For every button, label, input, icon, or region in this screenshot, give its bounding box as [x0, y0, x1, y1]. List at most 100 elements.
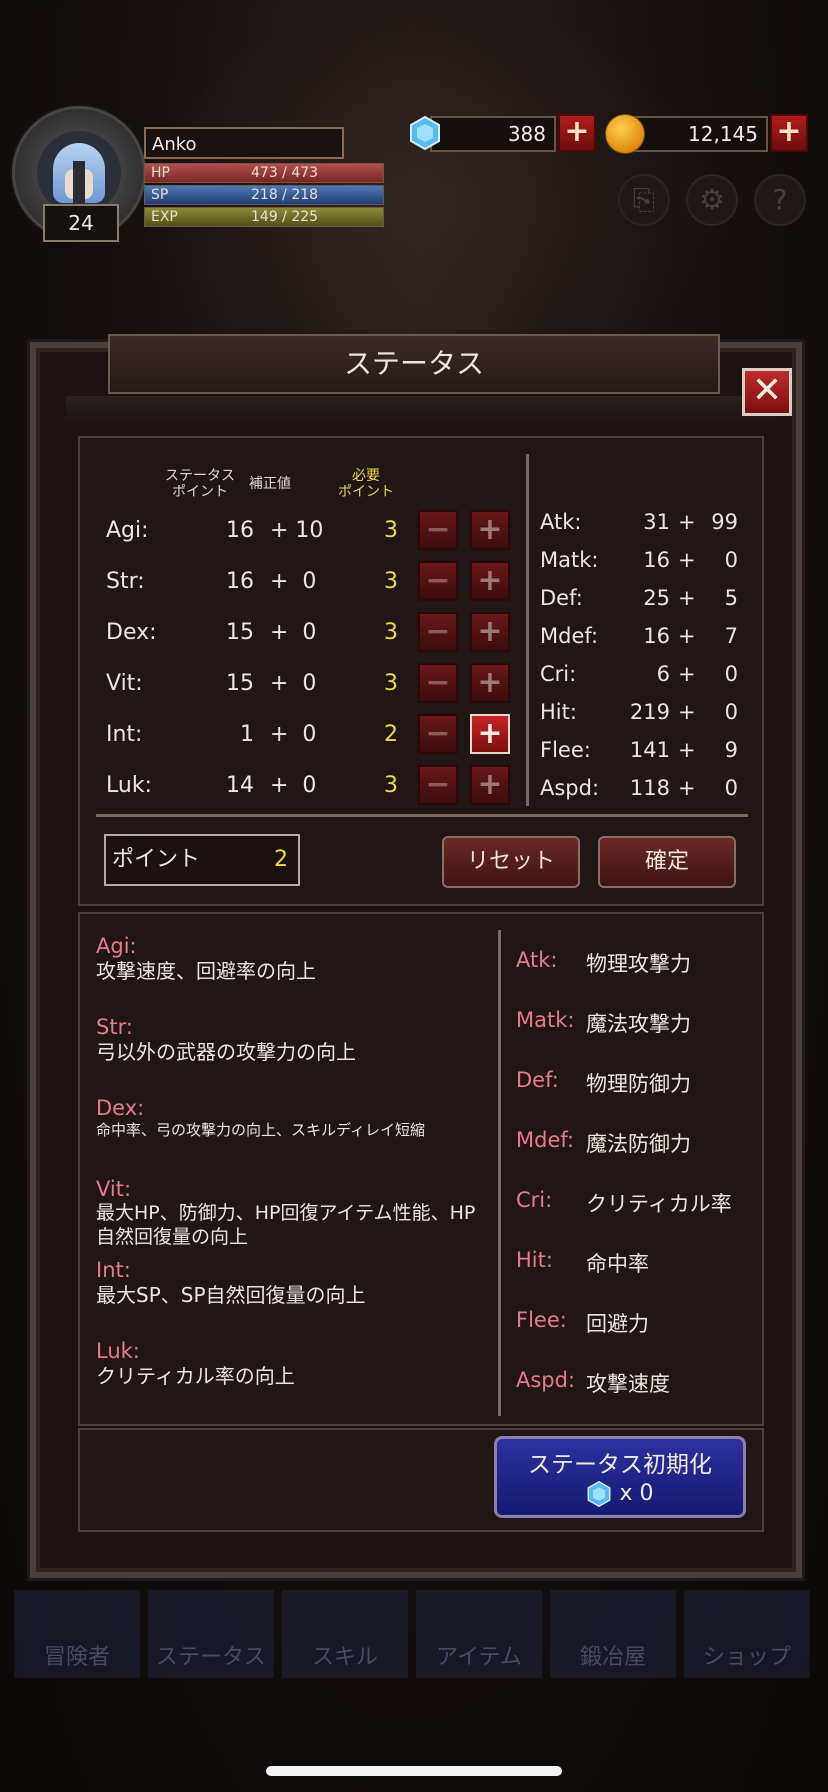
stat-points: 1	[240, 722, 254, 747]
derived-base: 16	[643, 624, 670, 648]
derived-desc-key: Cri:	[516, 1188, 553, 1212]
desc-vit: Vit: 最大HP、防御力、HP回復アイテム性能、HP自然回復量の向上	[96, 1177, 476, 1249]
stat-reset-cost-value: x 0	[619, 1481, 654, 1506]
desc-matk: Matk: 魔法攻撃力	[516, 1008, 756, 1038]
confirm-button[interactable]: 確定	[598, 836, 736, 888]
gem-count: 388	[430, 116, 556, 152]
stat-bonus: + 10	[270, 518, 324, 543]
derived-desc-key: Hit:	[516, 1248, 553, 1272]
stat-name: Vit:	[106, 671, 143, 696]
nav-shop[interactable]: ショップ	[684, 1590, 810, 1678]
derived-name: Hit:	[540, 700, 577, 724]
desc-cri: Cri: クリティカル率	[516, 1188, 756, 1218]
derived-bonus: 5	[724, 586, 738, 610]
desc-int: Int: 最大SP、SP自然回復量の向上	[96, 1258, 496, 1308]
derived-plus: +	[678, 510, 696, 534]
column-header-bonus: 補正値	[249, 476, 291, 492]
str-plus-button[interactable]: +	[470, 561, 510, 601]
derived-base: 25	[643, 586, 670, 610]
derived-row-aspd: Aspd: 118 + 0	[540, 772, 760, 808]
stat-required: 2	[384, 722, 398, 747]
agi-plus-button[interactable]: +	[470, 510, 510, 550]
exp-label: EXP	[151, 209, 178, 225]
description-divider	[498, 930, 501, 1416]
add-gold-button[interactable]: +	[770, 114, 808, 152]
agi-minus-button[interactable]: −	[418, 510, 458, 550]
derived-name: Atk:	[540, 510, 582, 534]
derived-bonus: 0	[724, 662, 738, 686]
derived-desc-key: Flee:	[516, 1308, 567, 1332]
nav-skill[interactable]: スキル	[282, 1590, 408, 1678]
desc-text: クリティカル率の向上	[96, 1364, 295, 1388]
nav-blacksmith[interactable]: 鍛冶屋	[550, 1590, 676, 1678]
gem-icon	[588, 1480, 611, 1508]
stat-required: 3	[384, 518, 398, 543]
stat-required: 3	[384, 773, 398, 798]
stat-row-int: Int: 1 + 0 2 − +	[80, 714, 530, 758]
desc-hit: Hit: 命中率	[516, 1248, 756, 1278]
derived-desc-key: Mdef:	[516, 1128, 575, 1152]
derived-row-mdef: Mdef: 16 + 7	[540, 620, 760, 656]
str-minus-button[interactable]: −	[418, 561, 458, 601]
nav-item[interactable]: アイテム	[416, 1590, 542, 1678]
luk-plus-button[interactable]: +	[470, 765, 510, 805]
derived-desc-key: Atk:	[516, 948, 558, 972]
stat-bonus: + 0	[270, 722, 317, 747]
vit-plus-button[interactable]: +	[470, 663, 510, 703]
gold-count: 12,145	[624, 116, 768, 152]
hp-label: HP	[151, 165, 170, 181]
remaining-points-value: 2	[274, 847, 288, 872]
stat-row-vit: Vit: 15 + 0 3 − +	[80, 663, 530, 707]
derived-base: 118	[629, 776, 670, 800]
hp-bar: HP 473 / 473	[144, 163, 384, 183]
derived-desc-text: 攻撃速度	[586, 1372, 670, 1396]
stat-points: 14	[226, 773, 254, 798]
derived-base: 141	[629, 738, 670, 762]
stat-required: 3	[384, 671, 398, 696]
stat-name: Str:	[106, 569, 145, 594]
sp-bar: SP 218 / 218	[144, 185, 384, 205]
points-divider	[96, 814, 748, 817]
desc-luk: Luk: クリティカル率の向上	[96, 1339, 496, 1389]
stat-row-dex: Dex: 15 + 0 3 − +	[80, 612, 530, 656]
int-minus-button[interactable]: −	[418, 714, 458, 754]
reset-button[interactable]: リセット	[442, 836, 580, 888]
derived-plus: +	[678, 700, 696, 724]
nav-adventurer[interactable]: 冒険者	[14, 1590, 140, 1678]
exit-icon[interactable]: ⎘	[618, 174, 670, 226]
home-indicator[interactable]	[266, 1766, 562, 1776]
gem-icon	[410, 116, 440, 150]
derived-base: 31	[643, 510, 670, 534]
nav-status[interactable]: ステータス	[148, 1590, 274, 1678]
stat-reset-cost: x 0	[497, 1480, 743, 1508]
dex-minus-button[interactable]: −	[418, 612, 458, 652]
derived-desc-text: 物理防御力	[586, 1072, 691, 1096]
derived-desc-text: 魔法攻撃力	[586, 1012, 691, 1036]
help-icon[interactable]: ?	[754, 174, 806, 226]
derived-plus: +	[678, 548, 696, 572]
stat-reset-label: ステータス初期化	[528, 1452, 712, 1478]
column-header-required: 必要 ポイント	[338, 468, 394, 500]
luk-minus-button[interactable]: −	[418, 765, 458, 805]
desc-text: 攻撃速度、回避率の向上	[96, 959, 316, 983]
int-plus-button[interactable]: +	[470, 714, 510, 754]
vit-minus-button[interactable]: −	[418, 663, 458, 703]
stat-row-str: Str: 16 + 0 3 − +	[80, 561, 530, 605]
derived-base: 16	[643, 548, 670, 572]
stat-reset-button[interactable]: ステータス初期化 x 0	[494, 1436, 746, 1518]
hp-value: 473 / 473	[251, 165, 319, 181]
derived-row-flee: Flee: 141 + 9	[540, 734, 760, 770]
derived-name: Cri:	[540, 662, 577, 686]
add-gems-button[interactable]: +	[558, 114, 596, 152]
desc-dex: Dex: 命中率、弓の攻撃力の向上、スキルディレイ短縮	[96, 1096, 496, 1140]
close-icon: ✕	[751, 370, 783, 411]
player-name: Anko	[144, 127, 344, 159]
dex-plus-button[interactable]: +	[470, 612, 510, 652]
stat-points: 15	[226, 671, 254, 696]
dialog-title: ステータス	[108, 334, 720, 394]
close-button[interactable]: ✕	[742, 368, 792, 416]
gear-icon[interactable]: ⚙	[686, 174, 738, 226]
sp-value: 218 / 218	[251, 187, 319, 203]
exp-bar: EXP 149 / 225	[144, 207, 384, 227]
derived-desc-key: Matk:	[516, 1008, 575, 1032]
